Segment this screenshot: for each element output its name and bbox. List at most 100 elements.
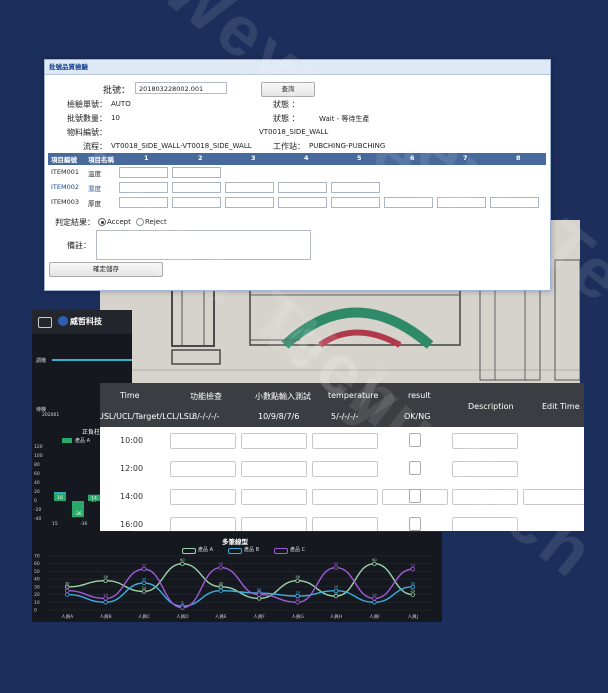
accept-label[interactable]: Accept — [107, 218, 131, 226]
row-input[interactable] — [170, 433, 236, 449]
subheader-decimal: 10/9/8/7/6 — [258, 412, 300, 421]
row-description-input[interactable] — [452, 461, 518, 477]
series-point — [410, 584, 415, 590]
table-row: 12:00 — [100, 455, 584, 484]
row-result-checkbox[interactable] — [409, 517, 421, 531]
series-point-label: 18 — [295, 590, 300, 595]
remark-textarea[interactable] — [96, 230, 311, 260]
series-point — [333, 593, 339, 599]
grid-cell-input[interactable] — [490, 197, 539, 208]
series-point — [180, 561, 185, 566]
dashboard-topbar: 威哲科技 — [32, 310, 132, 334]
series-point — [218, 588, 223, 593]
station-value: PUBCHING-PUBCHING — [309, 142, 386, 150]
grid-cell-input[interactable] — [172, 167, 221, 178]
status2-label: 狀態 ： — [273, 114, 300, 123]
series-point-label: 25 — [334, 584, 339, 589]
row-input[interactable] — [241, 461, 307, 477]
x-tick-label: 人員F — [253, 614, 265, 620]
series-point — [333, 565, 339, 570]
reject-label[interactable]: Reject — [145, 218, 167, 226]
series-point — [256, 596, 262, 601]
series-point-label: 25 — [65, 584, 70, 589]
row-input[interactable] — [241, 489, 307, 505]
row-description-input[interactable] — [452, 433, 518, 449]
batch-input[interactable]: 201803228002.001 — [135, 82, 227, 94]
grid-cell-input[interactable] — [119, 197, 168, 208]
status-label-a: 調機 — [36, 358, 47, 364]
dashboard-legend: 產品 A — [75, 438, 91, 444]
dash-x-tick: 15 — [52, 522, 58, 527]
row-input[interactable] — [312, 517, 378, 531]
x-tick-label: 人員D — [176, 614, 189, 620]
grid-cell-input[interactable] — [172, 182, 221, 193]
grid-cell-input[interactable] — [119, 167, 168, 178]
series-point — [141, 580, 147, 586]
dashboard-y-axis: 120 100 80 60 40 20 0 -20 -40 — [34, 445, 48, 525]
row-edit-time-input[interactable] — [523, 489, 584, 505]
remark-label: 備註： — [67, 241, 91, 250]
header-time: Time — [120, 391, 140, 400]
row-input[interactable] — [312, 433, 378, 449]
table-header: Time 功能檢查 小數點輸入測試 temperature result Des… — [100, 383, 584, 427]
series-point-label: 38 — [103, 574, 108, 579]
series-point — [295, 600, 300, 605]
grid-cell-input[interactable] — [331, 182, 380, 193]
confirm-save-button[interactable]: 確定儲存 — [49, 262, 163, 277]
grid-row-code: ITEM002 — [51, 183, 80, 191]
row-result-checkbox[interactable] — [409, 461, 421, 475]
query-button[interactable]: 查詢 — [261, 82, 315, 97]
grid-cell-input[interactable] — [384, 197, 433, 208]
grid-col-6: 6 — [410, 154, 415, 162]
x-tick-label: 人員C — [138, 614, 150, 620]
grid-cell-input[interactable] — [278, 182, 327, 193]
flow-value: VT0018_SIDE_WALL-VT0018_SIDE_WALL — [111, 142, 252, 150]
dashboard-chart-title: 正負柱 — [82, 429, 101, 436]
item-grid-header: 項目編號 項目名稱 1 2 3 4 5 6 7 8 — [48, 153, 546, 165]
row-input[interactable] — [241, 433, 307, 449]
row-result-checkbox[interactable] — [409, 433, 421, 447]
header-temperature: temperature — [328, 391, 379, 400]
subheader-function: 8/-/-/-/- — [192, 412, 220, 421]
x-tick-label: 人員A — [61, 614, 74, 620]
y-tick-label: 40 — [34, 577, 40, 583]
series-point-label: 55 — [334, 561, 339, 566]
row-input[interactable] — [312, 461, 378, 477]
row-time: 12:00 — [120, 464, 144, 473]
grid-cell-input[interactable] — [331, 197, 380, 208]
row-description-input[interactable] — [452, 489, 518, 505]
dashboard-date: 202001 — [42, 413, 60, 418]
x-tick-label: 人員E — [215, 614, 227, 620]
y-tick-label: 20 — [34, 592, 40, 598]
form-title: 批號品質檢驗 — [45, 60, 550, 75]
accept-radio[interactable] — [98, 218, 106, 226]
dash-y-tick: -20 — [34, 508, 42, 513]
series-point-label: 53 — [142, 563, 147, 568]
row-input[interactable] — [241, 517, 307, 531]
result-label: 判定結果： — [55, 218, 95, 227]
flow-label: 流程： — [83, 142, 107, 151]
grid-cell-input[interactable] — [119, 182, 168, 193]
series-point — [295, 578, 300, 583]
x-tick-label: 人員I — [369, 614, 379, 620]
row-time: 16:00 — [120, 520, 144, 529]
grid-cell-input[interactable] — [437, 197, 486, 208]
menu-icon[interactable] — [38, 317, 52, 328]
x-tick-label: 人員H — [330, 614, 342, 620]
row-input[interactable] — [170, 461, 236, 477]
grid-cell-input[interactable] — [225, 197, 274, 208]
grid-cell-input[interactable] — [278, 197, 327, 208]
row-input[interactable] — [170, 489, 236, 505]
grid-cell-input[interactable] — [225, 182, 274, 193]
row-result-checkbox[interactable] — [409, 489, 421, 503]
row-input[interactable] — [170, 517, 236, 531]
dash-y-tick: 60 — [34, 472, 40, 477]
grid-row-code: ITEM001 — [51, 168, 80, 176]
row-description-input[interactable] — [452, 517, 518, 531]
grid-col-8: 8 — [516, 154, 521, 162]
reject-radio[interactable] — [136, 218, 144, 226]
series-point-label: 38 — [295, 574, 300, 579]
dash-y-tick: 100 — [34, 454, 43, 459]
grid-cell-input[interactable] — [172, 197, 221, 208]
row-input[interactable] — [312, 489, 378, 505]
